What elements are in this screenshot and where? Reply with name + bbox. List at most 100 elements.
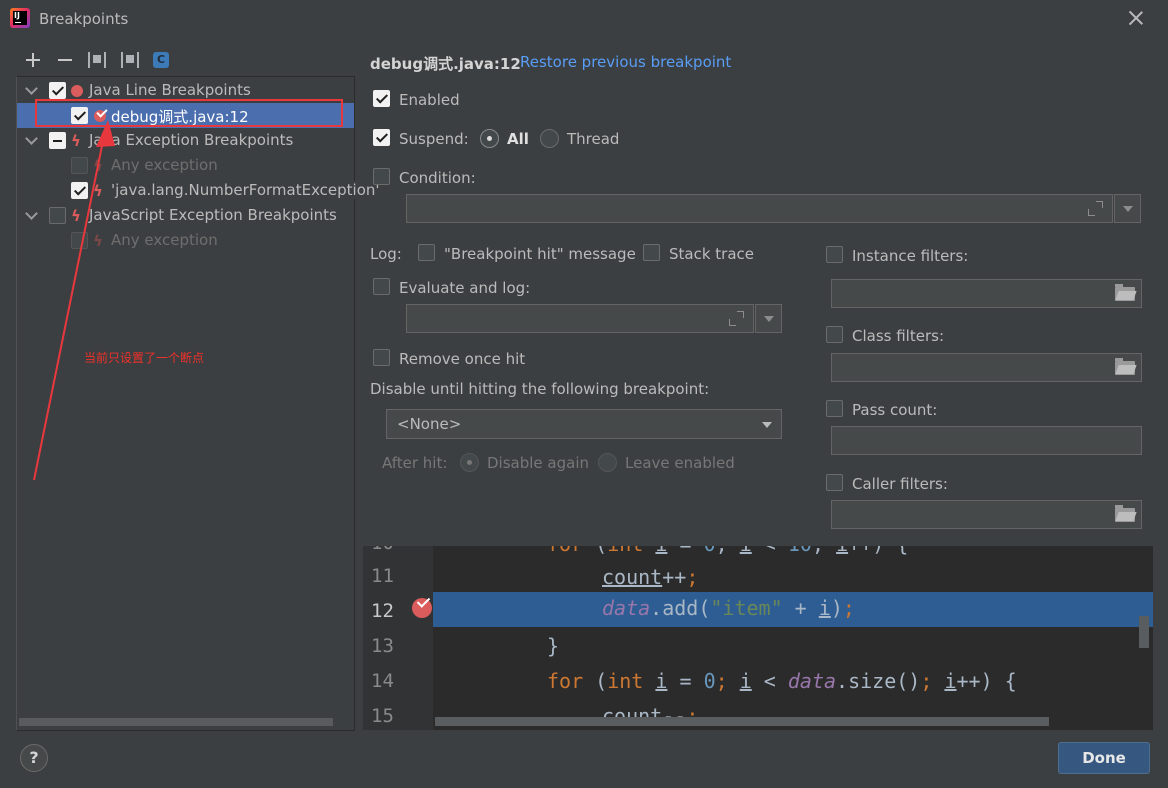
expand-icon[interactable] [729, 311, 745, 327]
breakpoint-checkbox[interactable] [71, 182, 88, 199]
caller-filters-label: Caller filters: [852, 475, 948, 493]
annotation-text: 当前只设置了一个断点 [84, 351, 205, 365]
after-hit-label: After hit: [382, 454, 448, 472]
instance-filters-input[interactable] [831, 279, 1142, 308]
restore-previous-breakpoint-link[interactable]: Restore previous breakpoint [520, 53, 731, 71]
evaluate-and-log-checkbox[interactable] [373, 278, 390, 295]
tree-horizontal-scrollbar[interactable] [19, 718, 333, 726]
condition-history-dropdown[interactable] [1114, 194, 1141, 223]
editor-horizontal-scrollbar[interactable] [435, 717, 1049, 726]
code-line: } [547, 634, 560, 658]
annotation-highlight-box [35, 99, 343, 127]
tree-item-any-exception[interactable]: ϟ Any exception [17, 153, 354, 178]
evaluate-history-dropdown[interactable] [755, 304, 782, 333]
done-button[interactable]: Done [1058, 742, 1150, 774]
suspend-label: Suspend: [399, 130, 469, 148]
condition-input[interactable] [406, 194, 1113, 223]
code-line-current: data.add("item" + i); [433, 592, 1153, 627]
disable-until-select[interactable]: <None> [386, 409, 782, 439]
tree-item-label: 'java.lang.NumberFormatException' [111, 181, 384, 199]
folder-icon[interactable] [1115, 505, 1135, 522]
class-filters-label: Class filters: [852, 327, 944, 345]
group-checkbox[interactable] [49, 132, 66, 149]
exception-bolt-icon: ϟ [71, 132, 81, 150]
tree-group-java-exception[interactable]: ϟ Java Exception Breakpoints [17, 128, 354, 153]
group-checkbox[interactable] [49, 82, 66, 99]
suspend-all-radio[interactable] [480, 129, 499, 148]
evaluate-and-log-input[interactable] [406, 304, 754, 333]
instance-filters-checkbox[interactable] [826, 246, 843, 263]
instance-filters-label: Instance filters: [852, 247, 969, 265]
disable-until-value: <None> [397, 415, 462, 433]
gutter-breakpoint-icon[interactable] [412, 598, 432, 618]
caller-filters-input[interactable] [831, 500, 1142, 529]
leave-enabled-radio[interactable] [598, 453, 617, 472]
tree-item-label: Any exception [111, 231, 218, 249]
suspend-checkbox[interactable] [373, 129, 390, 146]
stack-trace-checkbox[interactable] [643, 244, 660, 261]
enabled-label: Enabled [399, 91, 460, 109]
group-checkbox[interactable] [49, 207, 66, 224]
log-message-checkbox[interactable] [418, 244, 435, 261]
tree-item-number-format-exception[interactable]: ϟ 'java.lang.NumberFormatException' [17, 178, 384, 203]
line-number: 13 [371, 635, 394, 657]
breakpoints-tree[interactable]: Java Line Breakpoints debug调式.java:12 ϟ … [16, 76, 384, 731]
chevron-down-icon[interactable] [25, 82, 38, 95]
line-number: 12 [371, 600, 394, 622]
class-filters-input[interactable] [831, 353, 1142, 382]
breakpoint-checkbox[interactable] [71, 232, 88, 249]
code-preview-editor[interactable]: 10 11 12 13 14 15 for (int i = 0; i < 10… [363, 546, 1153, 730]
chevron-down-icon[interactable] [25, 207, 38, 220]
line-number: 10 [371, 546, 394, 554]
disable-again-label: Disable again [487, 454, 589, 472]
code-line: count++; [602, 565, 699, 589]
tree-item-js-any-exception[interactable]: ϟ Any exception [17, 228, 354, 253]
close-icon[interactable] [1126, 8, 1146, 28]
log-message-label: "Breakpoint hit" message [444, 245, 636, 263]
group-by-file-icon[interactable] [121, 52, 139, 68]
line-number: 14 [371, 670, 394, 692]
exception-bolt-icon: ϟ [93, 182, 103, 200]
condition-checkbox[interactable] [373, 168, 390, 185]
log-label: Log: [370, 245, 402, 263]
tree-item-label: Java Line Breakpoints [89, 81, 251, 99]
pass-count-label: Pass count: [852, 401, 938, 419]
breakpoint-checkbox[interactable] [71, 157, 88, 174]
title-bar: IJ Breakpoints [0, 0, 1168, 38]
remove-once-hit-label: Remove once hit [399, 350, 526, 368]
folder-icon[interactable] [1115, 284, 1135, 301]
disable-until-label: Disable until hitting the following brea… [370, 380, 710, 398]
editor-gutter: 10 11 12 13 14 15 [363, 546, 433, 730]
tree-group-javascript-exception[interactable]: ϟ JavaScript Exception Breakpoints [17, 203, 354, 228]
disable-again-radio[interactable] [460, 453, 479, 472]
exception-bolt-icon: ϟ [93, 157, 103, 175]
tree-item-label: Java Exception Breakpoints [89, 131, 294, 149]
suspend-thread-label: Thread [567, 130, 620, 148]
pass-count-checkbox[interactable] [826, 400, 843, 417]
window-title: Breakpoints [39, 10, 129, 28]
suspend-all-label: All [507, 130, 529, 148]
pass-count-input[interactable] [831, 426, 1142, 455]
caller-filters-checkbox[interactable] [826, 474, 843, 491]
expand-icon[interactable] [1088, 201, 1104, 217]
editor-vertical-scrollbar[interactable] [1139, 616, 1149, 648]
line-number: 11 [371, 565, 394, 587]
code-line: for (int i = 0; i < data.size(); i++) { [547, 669, 1017, 693]
help-button[interactable]: ? [20, 744, 48, 772]
line-breakpoint-icon [71, 85, 83, 97]
exception-bolt-icon: ϟ [71, 207, 81, 225]
group-by-package-icon[interactable] [88, 52, 106, 68]
remove-once-hit-checkbox[interactable] [373, 349, 390, 366]
class-filters-checkbox[interactable] [826, 326, 843, 343]
chevron-down-icon[interactable] [25, 132, 38, 145]
suspend-thread-radio[interactable] [540, 129, 559, 148]
evaluate-and-log-label: Evaluate and log: [399, 279, 531, 297]
remove-breakpoint-button[interactable] [55, 50, 75, 70]
folder-icon[interactable] [1115, 358, 1135, 375]
group-by-class-icon[interactable]: C [153, 52, 169, 68]
enabled-checkbox[interactable] [373, 90, 390, 107]
add-breakpoint-button[interactable] [23, 50, 43, 70]
line-number: 15 [371, 705, 394, 727]
condition-label: Condition: [399, 169, 476, 187]
breakpoint-title: debug调式.java:12 [370, 55, 521, 73]
